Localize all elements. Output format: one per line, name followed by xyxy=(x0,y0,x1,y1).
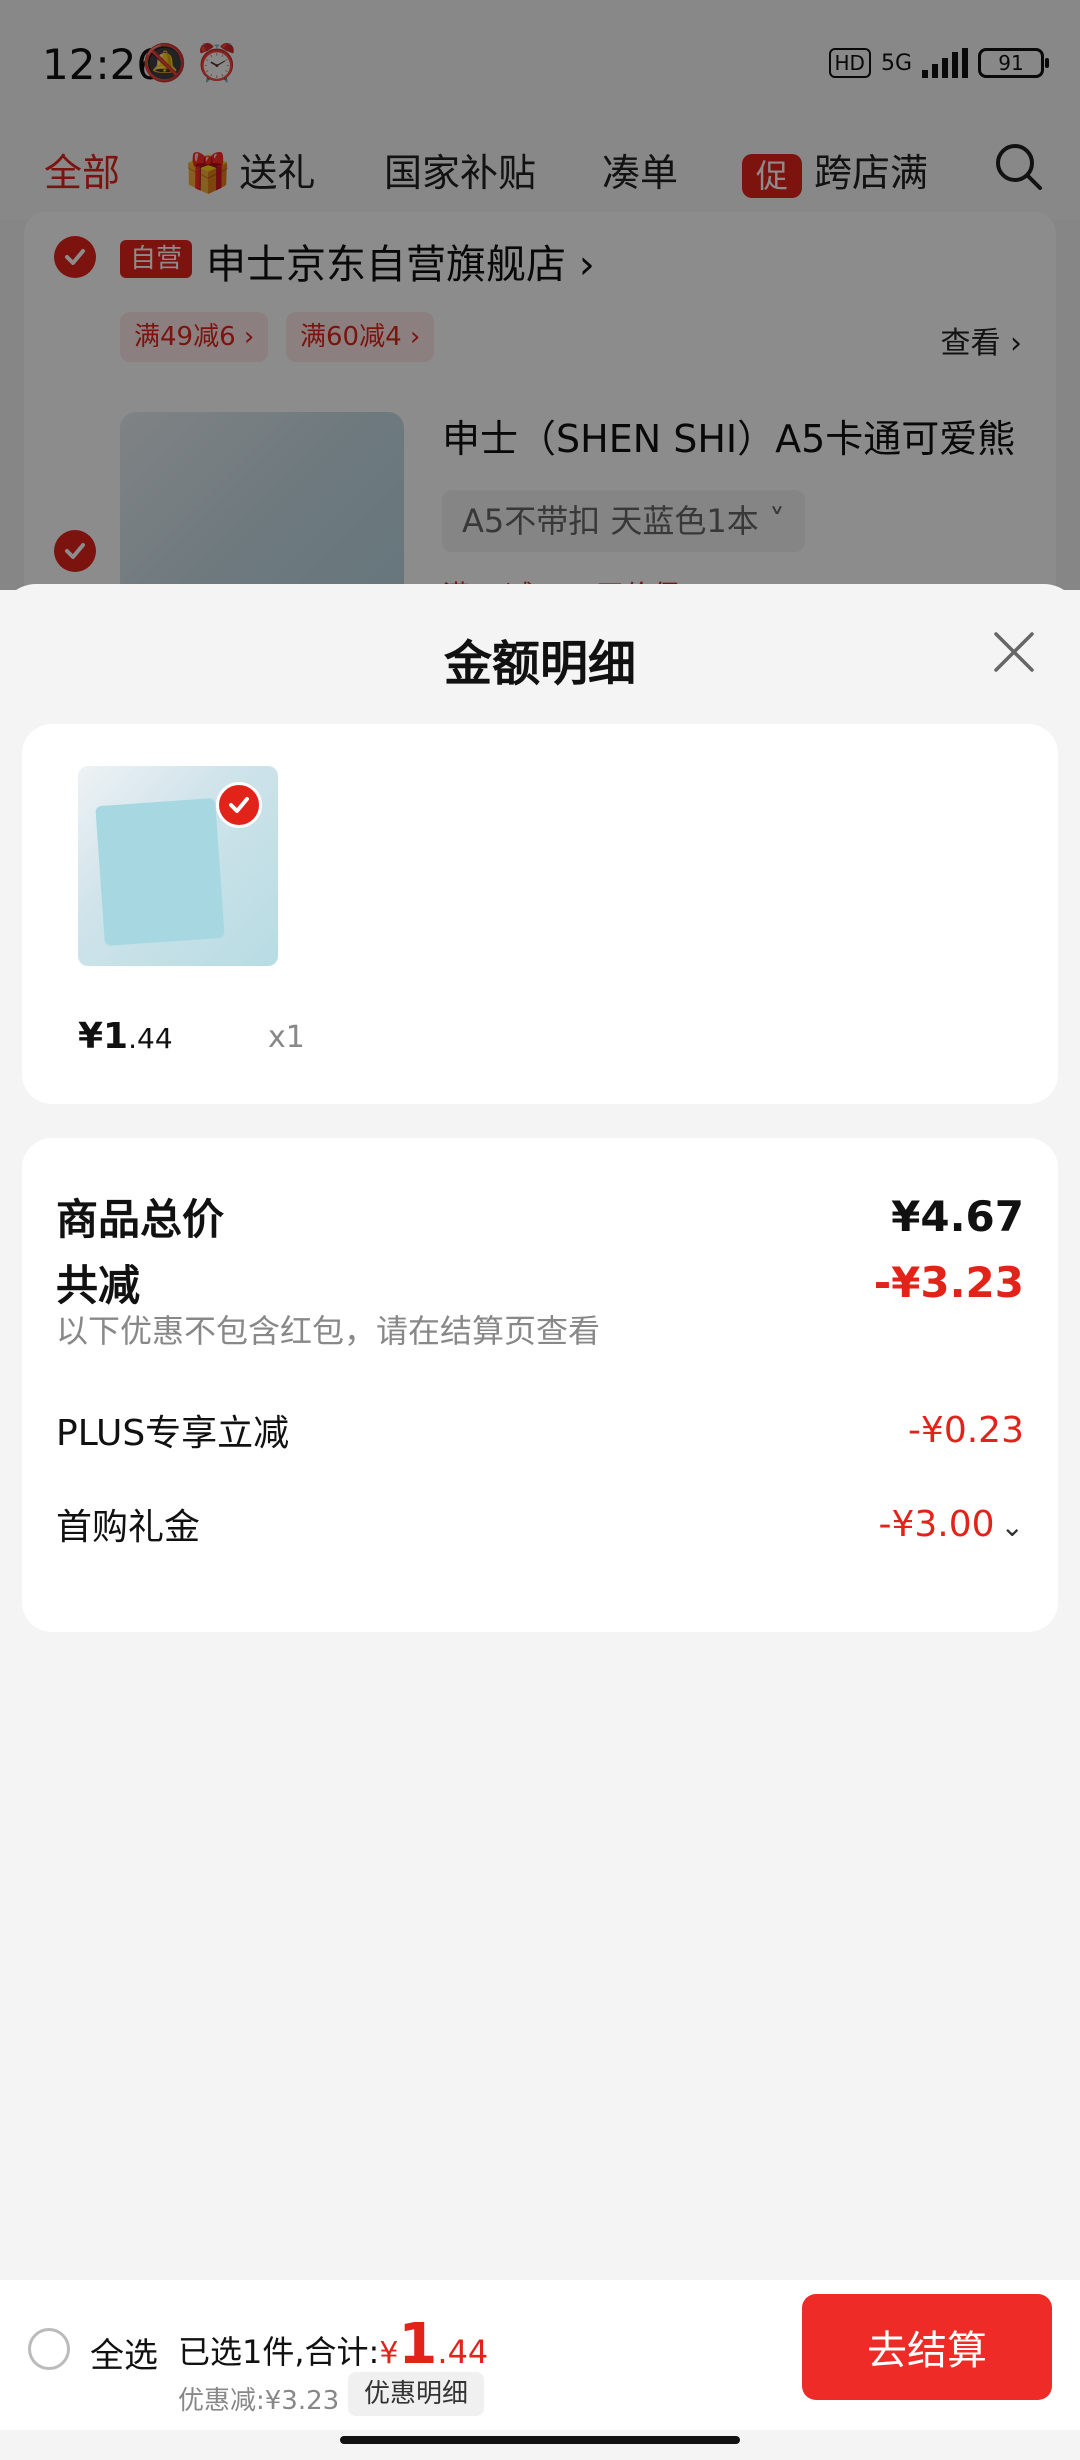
item-thumbnail[interactable] xyxy=(78,766,278,966)
total-price-label: 商品总价 xyxy=(56,1195,225,1244)
plus-discount-row: PLUS专享立减 -¥0.23 xyxy=(56,1404,1024,1456)
discount-detail-button[interactable]: 优惠明细 xyxy=(348,2372,485,2416)
select-all-radio[interactable] xyxy=(28,2328,70,2370)
total-reduce-row: 共减 -¥3.23 xyxy=(56,1252,1024,1313)
chevron-down-icon[interactable]: ⌄ xyxy=(1001,1510,1024,1543)
reduce-note: 以下优惠不包含红包，请在结算页查看 xyxy=(56,1312,601,1350)
item-price: ¥1.44 xyxy=(78,1016,173,1057)
selection-summary: 已选1件,合计:¥1.44 xyxy=(178,2312,489,2377)
home-indicator[interactable] xyxy=(340,2436,740,2444)
discount-summary: 优惠减:¥3.23 xyxy=(178,2386,340,2416)
select-all-label[interactable]: 全选 xyxy=(90,2328,158,2377)
total-reduce-value: -¥3.23 xyxy=(873,1258,1024,1307)
selected-check-icon xyxy=(216,782,262,828)
checkout-button[interactable]: 去结算 xyxy=(802,2294,1052,2400)
close-icon[interactable] xyxy=(990,628,1038,676)
notebook-image xyxy=(95,797,225,947)
total-reduce-label: 共减 xyxy=(56,1261,141,1310)
first-purchase-row[interactable]: 首购礼金 -¥3.00 ⌄ xyxy=(56,1498,1024,1550)
amount-detail-sheet: 金额明细 ¥1.44 x1 商品总价 ¥4.67 共减 -¥3.23 以下优惠不… xyxy=(0,584,1080,2460)
total-price-value: ¥4.67 xyxy=(891,1192,1024,1241)
first-purchase-value: -¥3.00 xyxy=(878,1503,995,1545)
checkout-bar: 全选 已选1件,合计:¥1.44 优惠减:¥3.23 优惠明细 去结算 xyxy=(0,2280,1080,2430)
price-detail-card: 商品总价 ¥4.67 共减 -¥3.23 以下优惠不包含红包，请在结算页查看 P… xyxy=(22,1138,1058,1632)
total-price-row: 商品总价 ¥4.67 xyxy=(56,1186,1024,1247)
dim-overlay[interactable] xyxy=(0,0,1080,590)
plus-discount-label: PLUS专享立减 xyxy=(56,1413,290,1454)
sheet-title: 金额明细 xyxy=(443,636,636,692)
first-purchase-label: 首购礼金 xyxy=(56,1507,201,1548)
item-card: ¥1.44 x1 xyxy=(22,724,1058,1104)
item-quantity: x1 xyxy=(268,1020,305,1055)
plus-discount-value: -¥0.23 xyxy=(907,1409,1024,1451)
